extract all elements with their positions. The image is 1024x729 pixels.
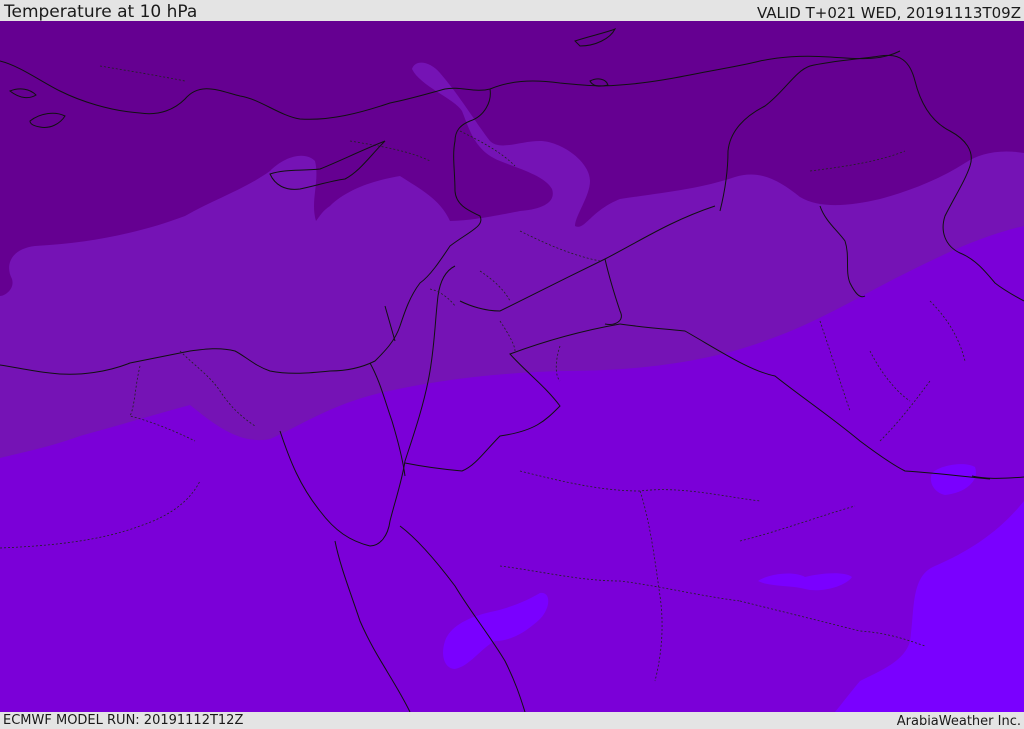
- header-bar: Temperature at 10 hPa VALID T+021 WED, 2…: [0, 0, 1024, 21]
- map-title: Temperature at 10 hPa: [4, 2, 198, 22]
- weather-map: [0, 21, 1024, 712]
- model-run-label: ECMWF MODEL RUN: 20191112T12Z: [3, 713, 244, 728]
- map-canvas: [0, 21, 1024, 712]
- credit-label: ArabiaWeather Inc.: [896, 714, 1021, 729]
- footer-bar: ECMWF MODEL RUN: 20191112T12Z ArabiaWeat…: [0, 712, 1024, 729]
- valid-time-label: VALID T+021 WED, 20191113T09Z: [756, 4, 1021, 22]
